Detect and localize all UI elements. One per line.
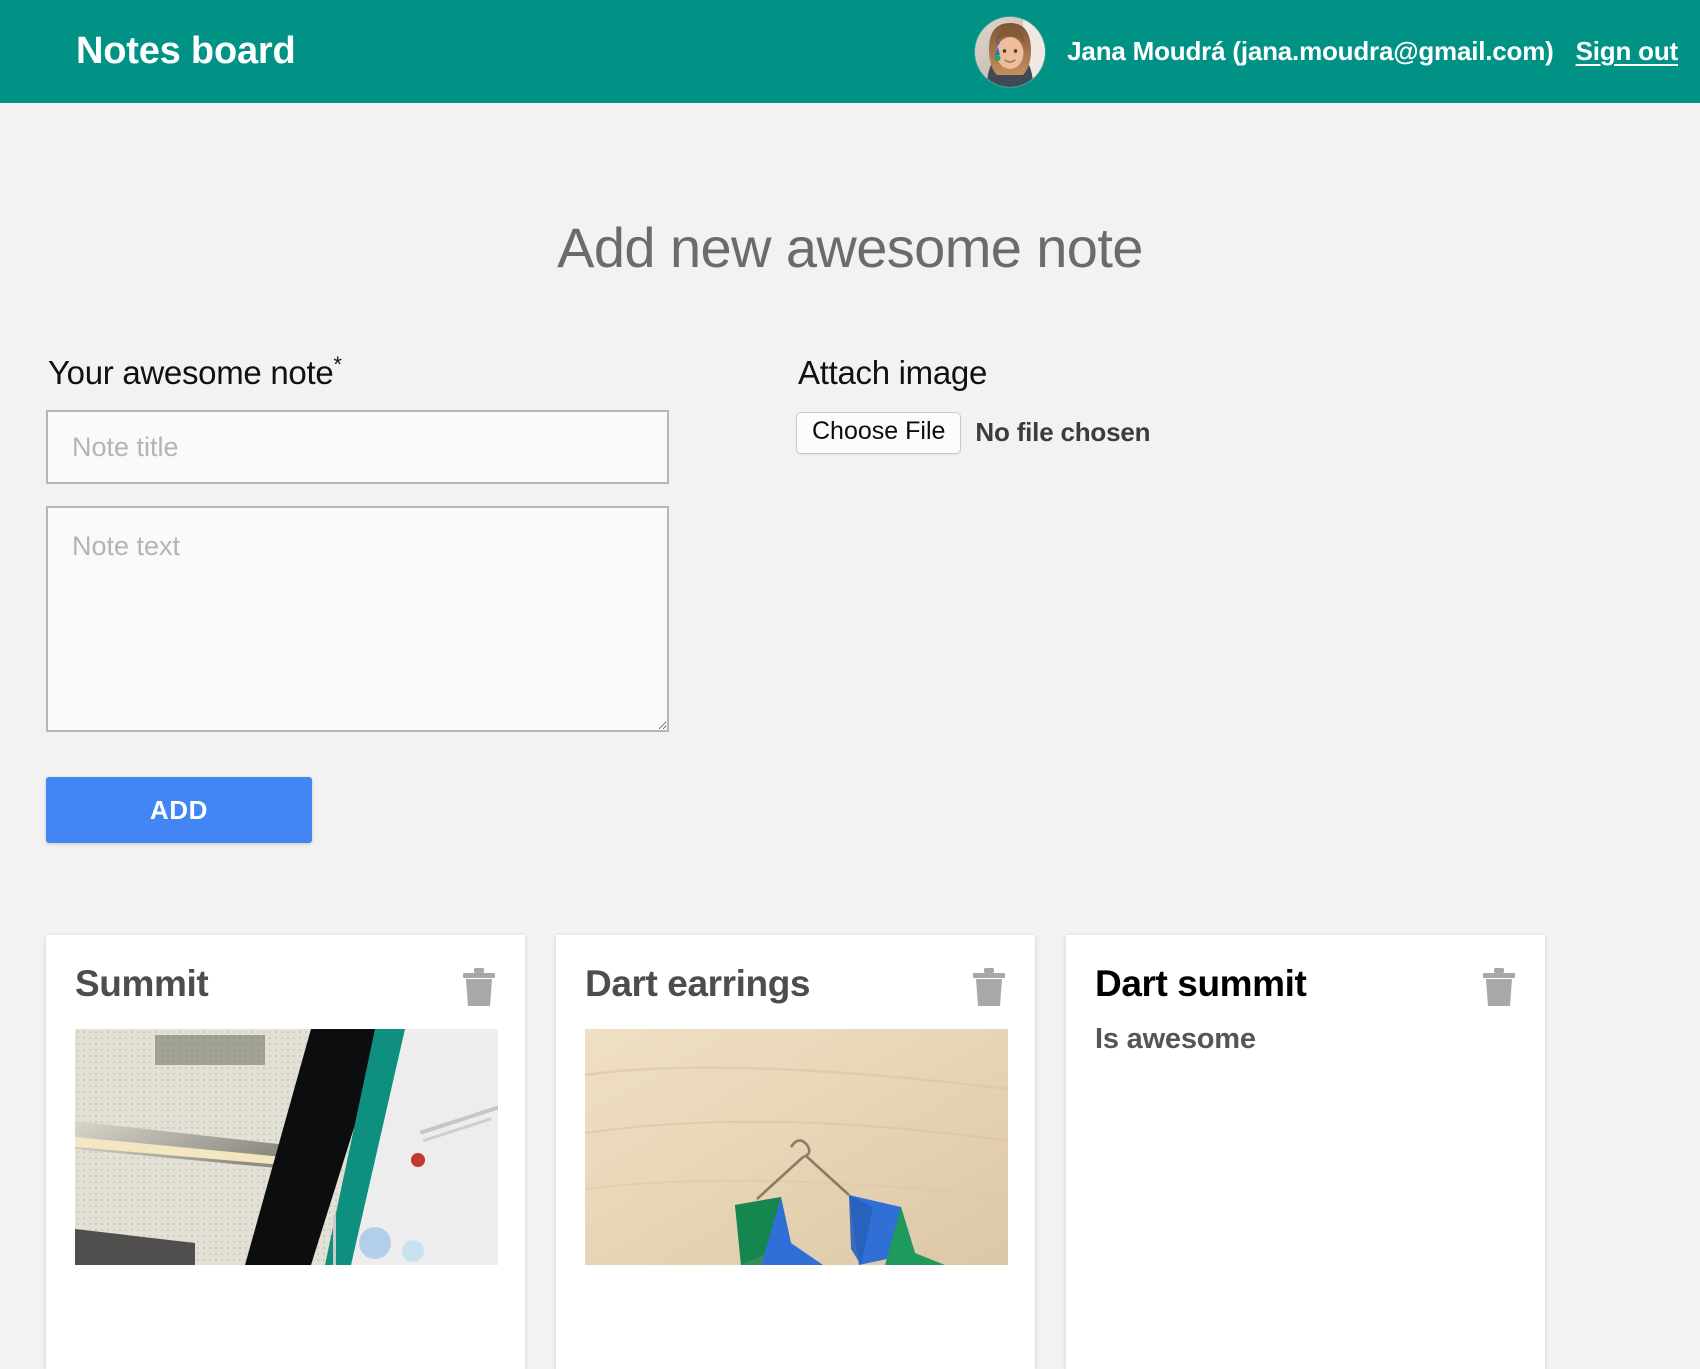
- note-card[interactable]: Dart summit Is awesome: [1066, 935, 1545, 1369]
- trash-icon[interactable]: [1482, 967, 1516, 1007]
- note-card[interactable]: Summit: [46, 935, 525, 1369]
- app-header: Notes board Jana Moudrá (jana.moudra@gma…: [0, 0, 1700, 103]
- user-name-email: Jana Moudrá (jana.moudra@gmail.com): [1067, 36, 1554, 66]
- page-title: Add new awesome note: [557, 216, 1143, 279]
- note-card-title: Dart earrings: [585, 963, 811, 1004]
- note-card-body: Is awesome: [1095, 1023, 1256, 1055]
- note-card[interactable]: Dart earrings: [556, 935, 1035, 1369]
- note-card-header: Dart earrings: [585, 963, 1006, 1007]
- attach-image-label: Attach image: [798, 354, 988, 391]
- attach-image-section: Attach image Choose File No file chosen: [796, 354, 1654, 454]
- required-asterisk: *: [333, 352, 342, 377]
- avatar: [975, 16, 1046, 87]
- notes-list: Summit Dart earrings Dart summit Is awes…: [46, 935, 1654, 1369]
- note-card-title: Dart summit: [1095, 963, 1307, 1004]
- note-field-label: Your awesome note*: [48, 354, 796, 392]
- user-area: Jana Moudrá (jana.moudra@gmail.com) Sign…: [975, 16, 1679, 87]
- file-input-row: Choose File No file chosen: [796, 412, 1654, 454]
- note-card-header: Summit: [75, 963, 496, 1007]
- choose-file-button[interactable]: Choose File: [796, 412, 962, 454]
- note-text-textarea[interactable]: [46, 506, 669, 732]
- page-content: Add new awesome note Your awesome note* …: [0, 215, 1700, 1369]
- note-form-left-column: Your awesome note* ADD: [46, 354, 796, 843]
- note-card-title: Summit: [75, 963, 209, 1004]
- note-card-image: [585, 1029, 1008, 1265]
- sign-out-link[interactable]: Sign out: [1576, 36, 1679, 67]
- note-title-input[interactable]: [46, 410, 669, 484]
- note-card-header: Dart summit: [1095, 963, 1516, 1007]
- file-status-text: No file chosen: [975, 417, 1151, 448]
- note-form: Your awesome note* ADD Attach image Choo…: [46, 354, 1654, 843]
- trash-icon[interactable]: [462, 967, 496, 1007]
- app-title: Notes board: [76, 30, 296, 72]
- note-field-label-text: Your awesome note: [48, 354, 334, 391]
- add-note-button[interactable]: ADD: [46, 777, 312, 843]
- note-card-image: [75, 1029, 498, 1265]
- trash-icon[interactable]: [972, 967, 1006, 1007]
